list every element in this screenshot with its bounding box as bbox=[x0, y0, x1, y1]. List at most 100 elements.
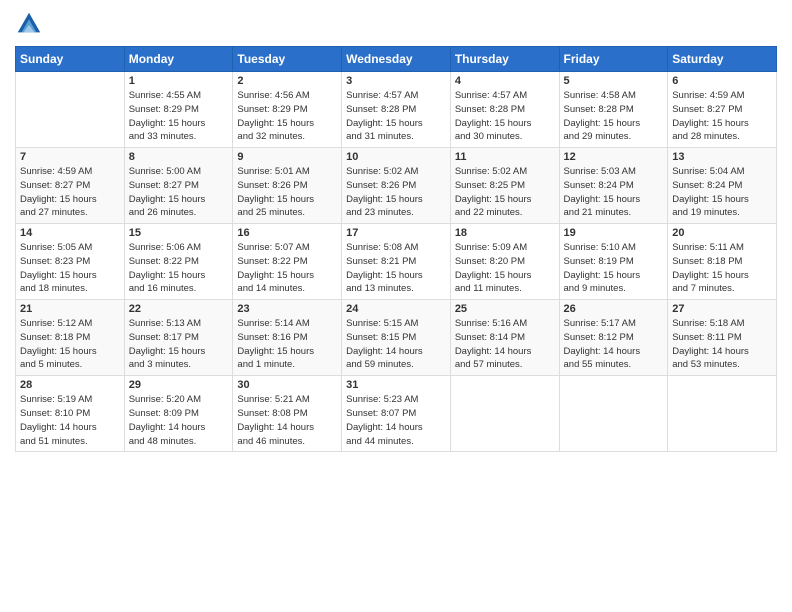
day-info: Sunrise: 5:07 AMSunset: 8:22 PMDaylight:… bbox=[237, 241, 337, 296]
day-info: Sunrise: 4:57 AMSunset: 8:28 PMDaylight:… bbox=[455, 89, 555, 144]
day-number: 4 bbox=[455, 75, 555, 87]
day-cell: 18Sunrise: 5:09 AMSunset: 8:20 PMDayligh… bbox=[450, 224, 559, 300]
day-number: 21 bbox=[20, 303, 120, 315]
day-info: Sunrise: 4:57 AMSunset: 8:28 PMDaylight:… bbox=[346, 89, 446, 144]
day-cell: 21 Sunrise: 5:12 AMSunset: 8:18 PMDayligh… bbox=[16, 300, 125, 376]
day-number: 12 bbox=[564, 151, 664, 163]
day-cell bbox=[16, 72, 125, 148]
day-number: 16 bbox=[237, 227, 337, 239]
day-info: Sunrise: 4:59 AMSunset: 8:27 PMDaylight:… bbox=[672, 89, 772, 144]
week-row-4: 21 Sunrise: 5:12 AMSunset: 8:18 PMDayligh… bbox=[16, 300, 777, 376]
day-number: 24 bbox=[346, 303, 446, 315]
day-cell: 17 Sunrise: 5:08 AMSunset: 8:21 PMDayligh… bbox=[342, 224, 451, 300]
day-info: Sunrise: 5:12 AMSunset: 8:18 PMDaylight:… bbox=[20, 317, 120, 372]
day-info: Sunrise: 5:04 AMSunset: 8:24 PMDaylight:… bbox=[672, 165, 772, 220]
calendar: SundayMondayTuesdayWednesdayThursdayFrid… bbox=[15, 46, 777, 452]
day-info: Sunrise: 5:16 AMSunset: 8:14 PMDaylight:… bbox=[455, 317, 555, 372]
day-cell: 2 Sunrise: 4:56 AMSunset: 8:29 PMDaylight… bbox=[233, 72, 342, 148]
day-cell: 25Sunrise: 5:16 AMSunset: 8:14 PMDayligh… bbox=[450, 300, 559, 376]
day-info: Sunrise: 5:17 AMSunset: 8:12 PMDaylight:… bbox=[564, 317, 664, 372]
day-cell: 29 Sunrise: 5:20 AMSunset: 8:09 PMDayligh… bbox=[124, 376, 233, 452]
day-cell: 11 Sunrise: 5:02 AMSunset: 8:25 PMDayligh… bbox=[450, 148, 559, 224]
week-row-1: 1Sunrise: 4:55 AMSunset: 8:29 PMDaylight… bbox=[16, 72, 777, 148]
logo bbox=[15, 10, 47, 38]
day-cell: 14 Sunrise: 5:05 AMSunset: 8:23 PMDayligh… bbox=[16, 224, 125, 300]
day-info: Sunrise: 4:58 AMSunset: 8:28 PMDaylight:… bbox=[564, 89, 664, 144]
day-info: Sunrise: 5:18 AMSunset: 8:11 PMDaylight:… bbox=[672, 317, 772, 372]
day-number: 8 bbox=[129, 151, 229, 163]
day-cell: 10 Sunrise: 5:02 AMSunset: 8:26 PMDayligh… bbox=[342, 148, 451, 224]
day-number: 30 bbox=[237, 379, 337, 391]
day-info: Sunrise: 5:13 AMSunset: 8:17 PMDaylight:… bbox=[129, 317, 229, 372]
day-number: 19 bbox=[564, 227, 664, 239]
day-info: Sunrise: 5:00 AMSunset: 8:27 PMDaylight:… bbox=[129, 165, 229, 220]
day-cell: 19 Sunrise: 5:10 AMSunset: 8:19 PMDayligh… bbox=[559, 224, 668, 300]
day-info: Sunrise: 5:14 AMSunset: 8:16 PMDaylight:… bbox=[237, 317, 337, 372]
day-cell: 24 Sunrise: 5:15 AMSunset: 8:15 PMDayligh… bbox=[342, 300, 451, 376]
day-cell: 30 Sunrise: 5:21 AMSunset: 8:08 PMDayligh… bbox=[233, 376, 342, 452]
week-row-5: 28 Sunrise: 5:19 AMSunset: 8:10 PMDayligh… bbox=[16, 376, 777, 452]
day-info: Sunrise: 5:05 AMSunset: 8:23 PMDaylight:… bbox=[20, 241, 120, 296]
day-number: 20 bbox=[672, 227, 772, 239]
day-info: Sunrise: 5:08 AMSunset: 8:21 PMDaylight:… bbox=[346, 241, 446, 296]
day-number: 15 bbox=[129, 227, 229, 239]
day-number: 7 bbox=[20, 151, 120, 163]
day-number: 18 bbox=[455, 227, 555, 239]
day-info: Sunrise: 5:19 AMSunset: 8:10 PMDaylight:… bbox=[20, 393, 120, 448]
logo-icon bbox=[15, 10, 43, 38]
day-info: Sunrise: 5:03 AMSunset: 8:24 PMDaylight:… bbox=[564, 165, 664, 220]
day-number: 1 bbox=[129, 75, 229, 87]
day-cell bbox=[668, 376, 777, 452]
day-cell: 5 Sunrise: 4:58 AMSunset: 8:28 PMDaylight… bbox=[559, 72, 668, 148]
day-number: 9 bbox=[237, 151, 337, 163]
day-info: Sunrise: 5:02 AMSunset: 8:25 PMDaylight:… bbox=[455, 165, 555, 220]
day-number: 17 bbox=[346, 227, 446, 239]
weekday-saturday: Saturday bbox=[668, 47, 777, 72]
day-number: 3 bbox=[346, 75, 446, 87]
day-cell: 12 Sunrise: 5:03 AMSunset: 8:24 PMDayligh… bbox=[559, 148, 668, 224]
day-number: 5 bbox=[564, 75, 664, 87]
day-cell: 7 Sunrise: 4:59 AMSunset: 8:27 PMDaylight… bbox=[16, 148, 125, 224]
day-cell: 27Sunrise: 5:18 AMSunset: 8:11 PMDayligh… bbox=[668, 300, 777, 376]
day-cell: 31Sunrise: 5:23 AMSunset: 8:07 PMDayligh… bbox=[342, 376, 451, 452]
day-cell: 1Sunrise: 4:55 AMSunset: 8:29 PMDaylight… bbox=[124, 72, 233, 148]
week-row-2: 7 Sunrise: 4:59 AMSunset: 8:27 PMDaylight… bbox=[16, 148, 777, 224]
day-cell: 6 Sunrise: 4:59 AMSunset: 8:27 PMDaylight… bbox=[668, 72, 777, 148]
page: SundayMondayTuesdayWednesdayThursdayFrid… bbox=[0, 0, 792, 612]
day-info: Sunrise: 5:21 AMSunset: 8:08 PMDaylight:… bbox=[237, 393, 337, 448]
week-row-3: 14 Sunrise: 5:05 AMSunset: 8:23 PMDayligh… bbox=[16, 224, 777, 300]
day-number: 13 bbox=[672, 151, 772, 163]
day-info: Sunrise: 5:02 AMSunset: 8:26 PMDaylight:… bbox=[346, 165, 446, 220]
day-number: 2 bbox=[237, 75, 337, 87]
day-number: 23 bbox=[237, 303, 337, 315]
day-cell: 23 Sunrise: 5:14 AMSunset: 8:16 PMDayligh… bbox=[233, 300, 342, 376]
day-cell: 8 Sunrise: 5:00 AMSunset: 8:27 PMDaylight… bbox=[124, 148, 233, 224]
day-info: Sunrise: 4:59 AMSunset: 8:27 PMDaylight:… bbox=[20, 165, 120, 220]
day-number: 11 bbox=[455, 151, 555, 163]
day-info: Sunrise: 5:10 AMSunset: 8:19 PMDaylight:… bbox=[564, 241, 664, 296]
day-number: 6 bbox=[672, 75, 772, 87]
day-info: Sunrise: 4:56 AMSunset: 8:29 PMDaylight:… bbox=[237, 89, 337, 144]
weekday-monday: Monday bbox=[124, 47, 233, 72]
day-number: 29 bbox=[129, 379, 229, 391]
day-info: Sunrise: 5:15 AMSunset: 8:15 PMDaylight:… bbox=[346, 317, 446, 372]
weekday-friday: Friday bbox=[559, 47, 668, 72]
day-number: 28 bbox=[20, 379, 120, 391]
day-cell bbox=[450, 376, 559, 452]
weekday-wednesday: Wednesday bbox=[342, 47, 451, 72]
day-info: Sunrise: 5:23 AMSunset: 8:07 PMDaylight:… bbox=[346, 393, 446, 448]
day-number: 26 bbox=[564, 303, 664, 315]
day-cell: 16 Sunrise: 5:07 AMSunset: 8:22 PMDayligh… bbox=[233, 224, 342, 300]
day-cell: 15 Sunrise: 5:06 AMSunset: 8:22 PMDayligh… bbox=[124, 224, 233, 300]
day-cell: 20Sunrise: 5:11 AMSunset: 8:18 PMDayligh… bbox=[668, 224, 777, 300]
weekday-sunday: Sunday bbox=[16, 47, 125, 72]
day-cell: 9 Sunrise: 5:01 AMSunset: 8:26 PMDaylight… bbox=[233, 148, 342, 224]
day-info: Sunrise: 5:20 AMSunset: 8:09 PMDaylight:… bbox=[129, 393, 229, 448]
day-number: 14 bbox=[20, 227, 120, 239]
day-info: Sunrise: 5:06 AMSunset: 8:22 PMDaylight:… bbox=[129, 241, 229, 296]
header bbox=[15, 10, 777, 38]
day-cell bbox=[559, 376, 668, 452]
day-info: Sunrise: 5:01 AMSunset: 8:26 PMDaylight:… bbox=[237, 165, 337, 220]
day-number: 10 bbox=[346, 151, 446, 163]
day-cell: 4 Sunrise: 4:57 AMSunset: 8:28 PMDaylight… bbox=[450, 72, 559, 148]
